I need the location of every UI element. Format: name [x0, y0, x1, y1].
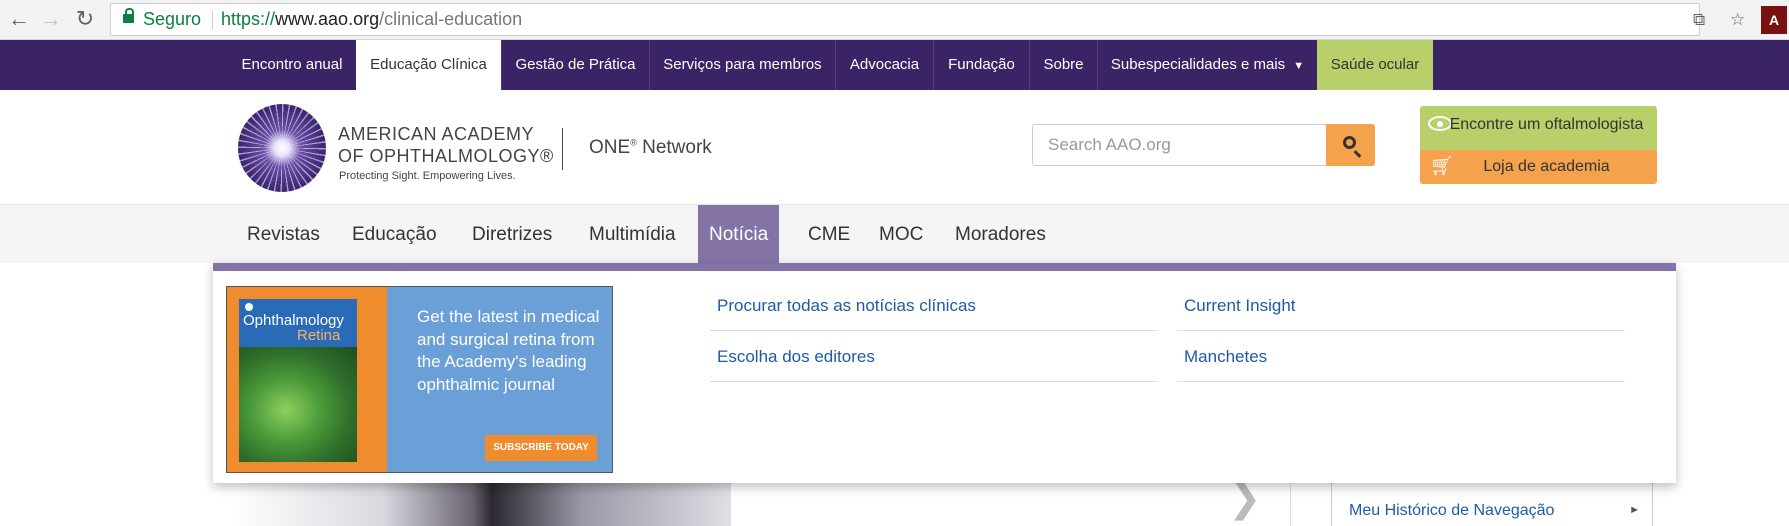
url-scheme: https://	[221, 9, 276, 29]
topnav-foundation[interactable]: Fundação	[933, 40, 1029, 90]
browsing-history-link[interactable]: Meu Histórico de Navegação	[1349, 502, 1554, 520]
secondary-navigation: Revistas Educação Diretrizes Multimídia …	[0, 204, 1789, 266]
subnav-guidelines[interactable]: Diretrizes	[461, 205, 563, 264]
address-bar[interactable]: Seguro https://www.aao.org/clinical-educ…	[110, 3, 1745, 36]
cover-title-2: Retina	[297, 327, 341, 344]
logo-line-1: AMERICAN ACADEMY	[338, 124, 535, 144]
url-text: https://www.aao.org/clinical-education	[221, 4, 522, 35]
carousel-next-icon[interactable]: ❯	[1228, 478, 1262, 518]
one-network-link[interactable]: ONE® Network	[589, 137, 712, 159]
journal-ad-banner[interactable]: Ophthalmology Retina Get the latest in m…	[226, 286, 613, 473]
logo-divider	[562, 128, 563, 170]
one-network-name: ONE	[589, 137, 631, 158]
subnav-education[interactable]: Educação	[341, 205, 448, 264]
topnav-eye-health[interactable]: Saúde ocular	[1317, 40, 1433, 90]
chevron-right-icon: ►	[1629, 504, 1640, 516]
subnav-news[interactable]: Notícia	[698, 205, 780, 266]
subnav-cme[interactable]: CME	[797, 205, 861, 264]
journal-cover-image: Ophthalmology Retina	[239, 299, 357, 462]
topnav-advocacy[interactable]: Advocacia	[835, 40, 933, 90]
academy-store-button[interactable]: 🛒︎ Loja de academia	[1420, 150, 1657, 184]
topnav-about[interactable]: Sobre	[1029, 40, 1097, 90]
cover-logo-icon	[245, 303, 253, 311]
subnav-journals[interactable]: Revistas	[236, 205, 331, 264]
find-ophthalmologist-button[interactable]: Encontre um oftalmologista	[1420, 106, 1657, 150]
retina-image	[239, 347, 357, 462]
topnav-annual-meeting[interactable]: Encontro anual	[228, 40, 356, 90]
one-network-suffix: Network	[636, 137, 712, 158]
topnav-member-services[interactable]: Serviços para membros	[649, 40, 835, 90]
topnav-practice-management[interactable]: Gestão de Prática	[501, 40, 649, 90]
top-navigation: Encontro anual Educação Clínica Gestão d…	[0, 40, 1789, 90]
academy-store-label: Loja de academia	[1483, 158, 1610, 175]
dropdown-link-all-clinical-news[interactable]: Procurar todas as notícias clínicas	[710, 280, 1158, 331]
lock-icon	[123, 8, 134, 23]
topnav-subspecialties-label: Subespecialidades e mais	[1110, 56, 1286, 73]
search-icon	[1343, 136, 1356, 149]
browser-toolbar: ← → ↻ Seguro https://www.aao.org/clinica…	[0, 0, 1789, 40]
dropdown-link-headlines[interactable]: Manchetes	[1177, 331, 1625, 382]
secure-label: Seguro	[143, 9, 202, 29]
news-dropdown-menu: Ophthalmology Retina Get the latest in m…	[213, 263, 1676, 483]
content-divider	[1290, 480, 1291, 526]
logo-tagline: Protecting Sight. Empowering Lives.	[339, 170, 516, 182]
search-input[interactable]: Search AAO.org	[1032, 124, 1327, 166]
topnav-clinical-education[interactable]: Educação Clínica	[356, 40, 501, 90]
pdf-extension-icon[interactable]: A	[1761, 6, 1787, 34]
dropdown-link-editors-choice[interactable]: Escolha dos editores	[710, 331, 1158, 382]
back-icon[interactable]: ←	[6, 6, 32, 32]
url-path: /clinical-education	[379, 9, 523, 29]
search-button[interactable]	[1326, 124, 1375, 166]
sidebar-panel: Meu Histórico de Navegação ►	[1331, 480, 1653, 526]
aao-logo-icon[interactable]	[238, 104, 326, 192]
find-ophthalmologist-label: Encontre um oftalmologista	[1449, 116, 1644, 133]
url-separator	[212, 11, 213, 29]
topnav-subspecialties[interactable]: Subespecialidades e mais ▼	[1097, 40, 1317, 90]
forward-icon[interactable]: →	[38, 6, 64, 32]
subscribe-button[interactable]: SUBSCRIBE TODAY	[485, 435, 597, 461]
translate-icon[interactable]: ⧉	[1693, 4, 1705, 35]
reload-icon[interactable]: ↻	[72, 6, 98, 32]
one-network-reg: ®	[630, 137, 637, 148]
url-host: www.aao.org	[275, 9, 380, 29]
subnav-moc[interactable]: MOC	[868, 205, 934, 264]
chevron-down-icon: ▼	[1293, 60, 1305, 72]
dropdown-link-current-insight[interactable]: Current Insight	[1177, 280, 1625, 331]
bookmark-star-icon[interactable]: ☆	[1730, 4, 1745, 35]
subnav-multimedia[interactable]: Multimídia	[578, 205, 687, 264]
cover-title-1: Ophthalmology	[243, 312, 344, 329]
ad-copy: Get the latest in medical and surgical r…	[417, 307, 600, 394]
logo-line-2: OF OPHTHALMOLOGY®	[338, 146, 554, 166]
subnav-residents[interactable]: Moradores	[944, 205, 1057, 264]
